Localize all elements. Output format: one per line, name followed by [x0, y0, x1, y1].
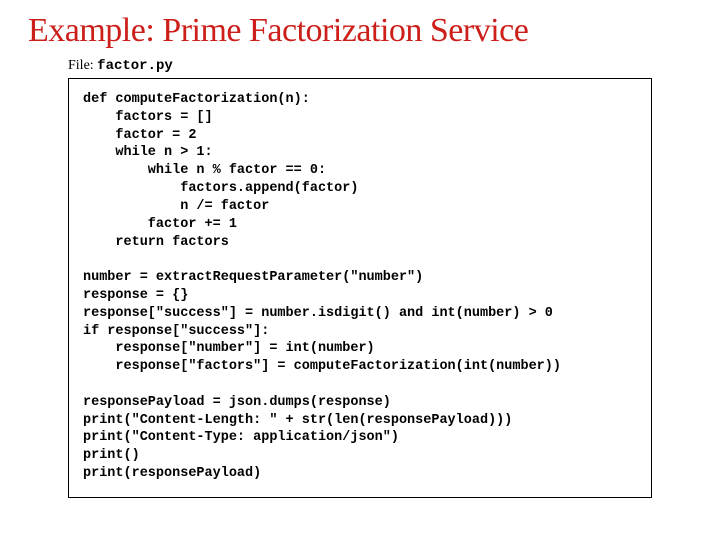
slide: Example: Prime Factorization Service Fil… [0, 0, 720, 540]
file-name: factor.py [97, 58, 173, 74]
code-listing: def computeFactorization(n): factors = [… [83, 91, 637, 483]
file-line: File: factor.py [68, 58, 692, 74]
page-title: Example: Prime Factorization Service [28, 12, 692, 50]
file-label: File: [68, 58, 97, 73]
code-box: def computeFactorization(n): factors = [… [68, 78, 652, 498]
